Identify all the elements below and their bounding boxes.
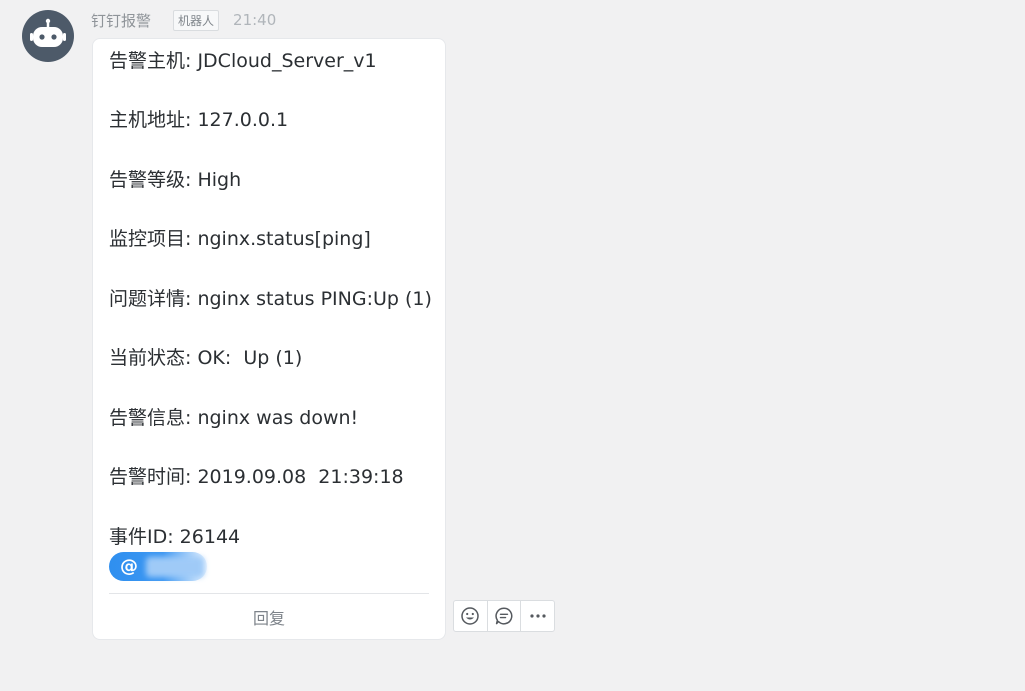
message-actions xyxy=(453,600,555,632)
current-status-line: 当前状态: OK: Up (1) xyxy=(109,347,303,369)
robot-avatar-icon[interactable] xyxy=(22,10,74,62)
message-bubble: 告警主机: JDCloud_Server_v1 主机地址: 127.0.0.1 … xyxy=(92,38,446,640)
problem-detail-line: 问题详情: nginx status PING:Up (1) xyxy=(109,288,432,310)
more-button[interactable] xyxy=(521,601,554,631)
emoji-icon xyxy=(461,607,480,625)
sender-name[interactable]: 钉钉报警 xyxy=(91,10,151,31)
divider xyxy=(109,593,429,594)
message-header: 钉钉报警 机器人 21:40 xyxy=(91,9,276,31)
host-address-line: 主机地址: 127.0.0.1 xyxy=(109,109,289,131)
message-time: 21:40 xyxy=(233,11,277,29)
emoji-button[interactable] xyxy=(454,601,488,631)
comment-button[interactable] xyxy=(488,601,522,631)
comment-icon xyxy=(495,607,513,625)
alert-host-line: 告警主机: JDCloud_Server_v1 xyxy=(109,50,377,72)
robot-tag: 机器人 xyxy=(173,9,220,31)
reply-button[interactable]: 回复 xyxy=(93,605,445,629)
mention-at: @ xyxy=(120,556,138,577)
monitor-item-line: 监控项目: nginx.status[ping] xyxy=(109,228,371,250)
alert-level-line: 告警等级: High xyxy=(109,169,242,191)
more-icon xyxy=(530,614,546,618)
mention-name-redacted xyxy=(146,556,204,577)
event-id-line: 事件ID: 26144 xyxy=(109,526,241,548)
mention-chip[interactable]: @ xyxy=(109,552,207,581)
alert-time-line: 告警时间: 2019.09.08 21:39:18 xyxy=(109,466,404,488)
alert-info-line: 告警信息: nginx was down! xyxy=(109,407,359,429)
